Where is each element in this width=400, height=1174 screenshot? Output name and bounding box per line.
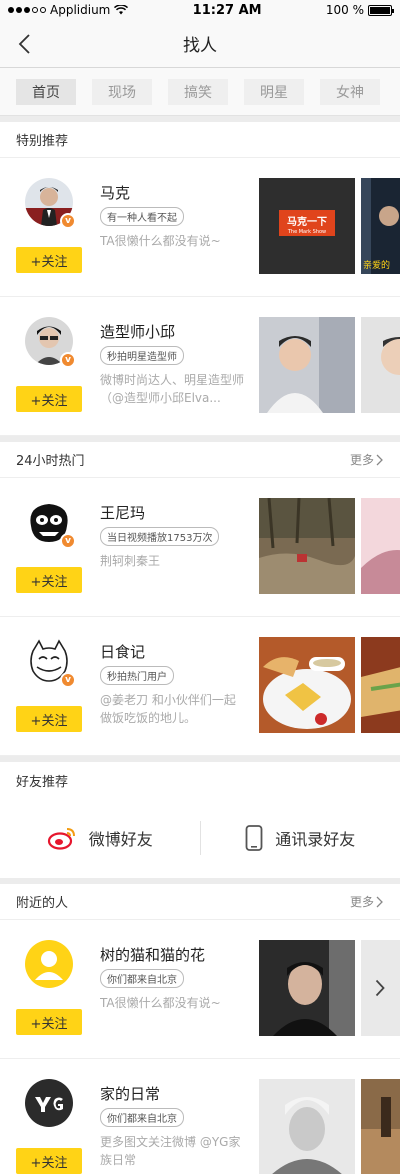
user-card[interactable]: 树的猫和猫的花 你们都来自北京 TA很懒什么都没有说~ +关注 [0,920,400,1059]
status-bar: Applidium 11:27 AM 100 % [0,0,400,20]
signal-icon [8,7,46,13]
avatar[interactable]: v [25,317,76,368]
nearby-section: 附近的人 更多 树的猫和猫的花 你们都来自北京 TA很懒什么都没有说~ +关注 … [0,884,400,1174]
video-thumbnail[interactable] [259,498,355,594]
verified-badge-icon: v [60,352,76,368]
thumb-caption: 亲爱的 [363,259,390,271]
video-thumbnail[interactable] [361,1079,400,1174]
follow-button[interactable]: +关注 [16,1009,82,1035]
video-thumbnail[interactable] [361,498,400,594]
follow-button[interactable]: +关注 [16,247,82,273]
thumb-title: 马克一下 [287,215,327,228]
follow-button[interactable]: +关注 [16,1148,82,1174]
user-name[interactable]: 马克 [100,182,130,203]
contacts-friends-label: 通讯录好友 [275,830,356,849]
video-thumbnail[interactable] [361,637,400,733]
tab-home[interactable]: 首页 [16,78,76,105]
status-time: 11:27 AM [192,2,262,18]
weibo-friends-label: 微博好友 [88,830,153,849]
page-title: 找人 [183,36,217,56]
wifi-icon [114,5,129,15]
video-thumbnail[interactable]: 亲爱的 [361,178,400,274]
section-title: 好友推荐 [16,774,69,790]
user-desc: @姜老刀 和小伙伴们一起做饭吃饭的地儿。 [100,693,236,725]
user-desc: 微博时尚达人、明星造型师（@造型师小邱Elva... [100,373,245,405]
tab-funny[interactable]: 搞笑 [168,78,228,105]
user-name[interactable]: 家的日常 [100,1083,160,1104]
video-thumbnail[interactable] [361,317,400,413]
user-tag: 秒拍热门用户 [100,666,174,685]
user-desc: TA很懒什么都没有说~ [100,996,221,1010]
user-card[interactable]: v 日食记 秒拍热门用户 @姜老刀 和小伙伴们一起做饭吃饭的地儿。 +关注 [0,617,400,756]
follow-button[interactable]: +关注 [16,567,82,593]
tab-live[interactable]: 现场 [92,78,152,105]
battery-icon [367,4,394,16]
user-tag: 有一种人看不起 [100,207,184,226]
battery-label: 100 % [325,3,364,17]
section-header: 好友推荐 [0,762,400,798]
section-header: 特别推荐 [0,122,400,158]
app-root: Applidium 11:27 AM 100 % 找人 首页 现场 搞笑 明星 … [0,0,400,1174]
user-tag: 你们都来自北京 [100,969,184,988]
more-link[interactable]: 更多 [350,893,384,910]
tab-goddess[interactable]: 女神 [320,78,380,105]
chevron-right-icon [375,979,385,997]
user-card[interactable]: v 马克 有一种人看不起 TA很懒什么都没有说~ +关注 马克一下 The Mar… [0,158,400,297]
video-thumbnail[interactable] [259,317,355,413]
special-section: 特别推荐 v 马克 有一种人看不起 TA很懒什么都没有说~ +关注 马克一下 Th… [0,122,400,436]
user-name[interactable]: 树的猫和猫的花 [100,944,205,965]
user-desc: 荆轲刺秦王 [100,554,161,568]
avatar[interactable]: v [25,637,76,688]
user-name[interactable]: 王尼玛 [100,502,145,523]
more-link[interactable]: 更多 [350,451,384,468]
user-card[interactable]: 家的日常 你们都来自北京 更多图文关注微博 @YG家族日常 +关注 [0,1059,400,1174]
avatar[interactable] [25,940,73,988]
user-tag: 当日视频播放1753万次 [100,527,220,546]
section-title: 附近的人 [16,896,69,911]
friend-sources: 微博好友 通讯录好友 [0,798,400,878]
avatar[interactable]: v [25,498,76,549]
weibo-icon [47,828,75,850]
video-thumbnail[interactable]: 马克一下 The Mark Show [259,178,355,274]
verified-badge-icon: v [60,213,76,229]
verified-badge-icon: v [60,533,76,549]
user-name[interactable]: 日食记 [100,641,145,662]
weibo-friends-button[interactable]: 微博好友 [0,818,200,858]
user-tag: 你们都来自北京 [100,1108,184,1127]
video-thumbnail[interactable] [259,940,355,1036]
nav-bar: 找人 [0,20,400,68]
user-card[interactable]: v 造型师小邱 秒拍明星造型师 微博时尚达人、明星造型师（@造型师小邱Elva.… [0,297,400,436]
contacts-friends-button[interactable]: 通讯录好友 [201,818,400,858]
phone-icon [245,825,263,851]
status-left: Applidium [8,3,129,17]
status-right: 100 % [325,3,394,17]
user-tag: 秒拍明星造型师 [100,346,184,365]
chevron-right-icon [376,454,383,465]
avatar[interactable]: v [25,178,76,229]
verified-badge-icon: v [60,672,76,688]
back-arrow-icon[interactable] [14,32,38,56]
section-header: 附近的人 更多 [0,884,400,920]
section-header: 24小时热门 更多 [0,442,400,478]
section-title: 特别推荐 [16,134,69,149]
follow-button[interactable]: +关注 [16,386,82,412]
tab-stars[interactable]: 明星 [244,78,304,105]
section-title: 24小时热门 [16,454,85,469]
friends-section: 好友推荐 微博好友 通讯录好友 [0,762,400,878]
user-card[interactable]: v 王尼玛 当日视频播放1753万次 荆轲刺秦王 +关注 [0,478,400,617]
chevron-right-icon [376,896,383,907]
avatar[interactable] [25,1079,73,1127]
video-thumbnail[interactable] [259,1079,355,1174]
hot-section: 24小时热门 更多 v 王尼玛 当日视频播放1753万次 荆轲刺秦王 +关注 v [0,442,400,756]
user-desc: TA很懒什么都没有说~ [100,234,221,248]
video-thumbnail[interactable] [259,637,355,733]
thumb-subtitle: The Mark Show [287,229,326,235]
follow-button[interactable]: +关注 [16,706,82,732]
user-name[interactable]: 造型师小邱 [100,321,175,342]
category-tabs: 首页 现场 搞笑 明星 女神 [0,68,400,116]
carrier-label: Applidium [50,3,111,17]
user-desc: 更多图文关注微博 @YG家族日常 [100,1135,241,1167]
more-nearby-button[interactable] [361,940,400,1036]
